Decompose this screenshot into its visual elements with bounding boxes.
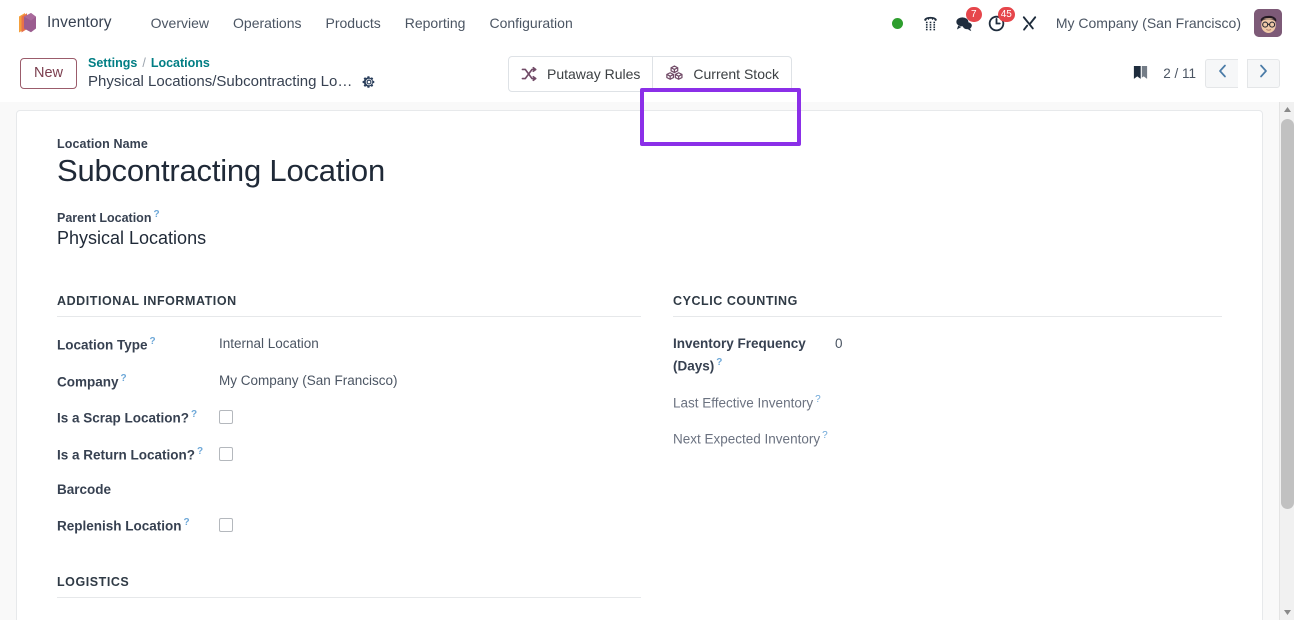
- additional-information-group: ADDITIONAL INFORMATION Location Type? In…: [57, 294, 641, 614]
- replenish-location-checkbox[interactable]: [219, 517, 233, 532]
- voip-button[interactable]: [916, 8, 946, 38]
- help-icon[interactable]: ?: [121, 373, 127, 384]
- breadcrumb: Settings / Locations Physical Locations/…: [88, 55, 376, 92]
- help-icon[interactable]: ?: [184, 517, 190, 528]
- online-dot-icon: [892, 17, 904, 29]
- current-stock-label: Current Stock: [693, 65, 779, 82]
- breadcrumb-separator: /: [142, 55, 146, 70]
- company-value[interactable]: My Company (San Francisco): [219, 370, 398, 392]
- parent-location-label: Parent Location?: [57, 208, 160, 225]
- field-row-replenish-location: Replenish Location?: [57, 514, 641, 537]
- inventory-frequency-input[interactable]: 0: [835, 333, 843, 355]
- cyclic-counting-group: CYCLIC COUNTING Inventory Frequency (Day…: [673, 294, 1222, 614]
- location-name-input[interactable]: Subcontracting Location: [57, 152, 1222, 191]
- scrollbar-up-arrow-icon[interactable]: [1280, 102, 1294, 117]
- inventory-frequency-label: Inventory Frequency (Days)?: [673, 336, 806, 374]
- menu-item-overview[interactable]: Overview: [140, 9, 220, 37]
- location-type-value[interactable]: Internal Location: [219, 333, 319, 355]
- scrollbar-thumb[interactable]: [1281, 119, 1294, 509]
- help-icon[interactable]: ?: [153, 209, 159, 220]
- record-title: Physical Locations/Subcontracting Loc…: [88, 72, 354, 90]
- shuffle-icon: [521, 66, 538, 82]
- last-effective-inventory-label: Last Effective Inventory?: [673, 393, 821, 411]
- group-title-cyclic-counting: CYCLIC COUNTING: [673, 294, 1222, 318]
- top-navbar: Inventory Overview Operations Products R…: [0, 0, 1294, 46]
- activities-count-badge: 45: [997, 7, 1015, 22]
- group-title-logistics: LOGISTICS: [57, 575, 641, 599]
- is-scrap-location-label: Is a Scrap Location??: [57, 409, 198, 426]
- help-icon[interactable]: ?: [191, 409, 197, 420]
- field-row-company: Company? My Company (San Francisco): [57, 370, 641, 393]
- field-row-next-expected-inventory: Next Expected Inventory?: [673, 427, 1222, 450]
- tools-button[interactable]: [1015, 8, 1045, 38]
- main-menu: Overview Operations Products Reporting C…: [140, 9, 584, 37]
- pager-previous-button[interactable]: [1205, 59, 1238, 88]
- breadcrumb-path: Settings / Locations: [88, 55, 376, 72]
- pager-value: 2 / 11: [1163, 66, 1196, 81]
- parent-location-input[interactable]: Physical Locations: [57, 227, 1222, 250]
- app-brand[interactable]: Inventory: [14, 10, 118, 36]
- help-icon[interactable]: ?: [197, 446, 203, 457]
- activities-button[interactable]: 45: [982, 7, 1015, 38]
- field-row-barcode: Barcode: [57, 479, 641, 501]
- replenish-location-label: Replenish Location?: [57, 516, 190, 534]
- help-icon[interactable]: ?: [822, 430, 828, 441]
- pager-next-button[interactable]: [1247, 59, 1280, 88]
- field-row-location-type: Location Type? Internal Location: [57, 333, 641, 356]
- user-avatar[interactable]: [1254, 9, 1282, 37]
- field-row-is-scrap-location: Is a Scrap Location??: [57, 406, 641, 429]
- form-sheet: Location Name Subcontracting Location Pa…: [16, 110, 1263, 620]
- menu-item-operations[interactable]: Operations: [222, 9, 312, 37]
- is-scrap-location-checkbox[interactable]: [219, 410, 233, 425]
- systray: 7 45 My Company (San Francisco): [883, 7, 1284, 38]
- field-row-inventory-frequency: Inventory Frequency (Days)? 0: [673, 333, 1222, 377]
- barcode-label: Barcode: [57, 481, 112, 497]
- logistics-group: LOGISTICS: [57, 575, 641, 599]
- company-label: Company?: [57, 372, 127, 390]
- field-row-is-return-location: Is a Return Location??: [57, 443, 641, 466]
- menu-item-products[interactable]: Products: [315, 9, 392, 37]
- help-icon[interactable]: ?: [150, 336, 156, 347]
- pager: 2 / 11: [1163, 59, 1280, 88]
- current-stock-button[interactable]: Current Stock: [653, 55, 792, 92]
- messages-count-badge: 7: [965, 7, 982, 22]
- control-panel: New Settings / Locations Physical Locati…: [0, 46, 1294, 146]
- field-row-last-effective-inventory: Last Effective Inventory?: [673, 391, 1222, 414]
- gear-icon[interactable]: [362, 75, 376, 89]
- help-icon[interactable]: ?: [716, 357, 722, 368]
- putaway-rules-button[interactable]: Putaway Rules: [508, 55, 654, 92]
- menu-item-reporting[interactable]: Reporting: [394, 9, 477, 37]
- form-sheet-container: Location Name Subcontracting Location Pa…: [0, 102, 1294, 620]
- odoo-cube-logo-icon: [14, 10, 38, 36]
- breadcrumb-item-settings[interactable]: Settings: [88, 55, 137, 72]
- is-return-location-checkbox[interactable]: [219, 446, 233, 461]
- messages-button[interactable]: 7: [949, 7, 982, 38]
- wrench-tools-icon: [1020, 14, 1039, 33]
- menu-item-configuration[interactable]: Configuration: [478, 9, 583, 37]
- presence-status-indicator[interactable]: [883, 8, 913, 38]
- location-name-label: Location Name: [57, 137, 148, 151]
- boxes-stack-icon: [665, 65, 684, 82]
- company-switcher[interactable]: My Company (San Francisco): [1048, 15, 1251, 31]
- breadcrumb-item-locations[interactable]: Locations: [151, 55, 210, 72]
- chevron-right-icon: [1259, 64, 1268, 83]
- scrollbar-down-arrow-icon[interactable]: [1280, 605, 1294, 620]
- next-expected-inventory-label: Next Expected Inventory?: [673, 430, 828, 447]
- chevron-left-icon: [1218, 64, 1227, 83]
- new-button[interactable]: New: [20, 58, 78, 89]
- control-panel-right: 2 / 11: [1130, 59, 1280, 88]
- bookmark-ribbon-icon[interactable]: [1130, 62, 1151, 86]
- is-return-location-label: Is a Return Location??: [57, 445, 204, 463]
- page-scrollbar[interactable]: [1279, 102, 1294, 620]
- help-icon[interactable]: ?: [815, 394, 821, 405]
- group-title-additional-information: ADDITIONAL INFORMATION: [57, 294, 641, 318]
- app-name: Inventory: [47, 14, 112, 31]
- putaway-rules-label: Putaway Rules: [547, 65, 641, 82]
- form-columns: ADDITIONAL INFORMATION Location Type? In…: [57, 294, 1222, 614]
- location-type-label: Location Type?: [57, 336, 156, 353]
- stat-button-group: Putaway Rules Current Stock: [508, 55, 792, 92]
- phone-dialpad-icon: [921, 14, 940, 33]
